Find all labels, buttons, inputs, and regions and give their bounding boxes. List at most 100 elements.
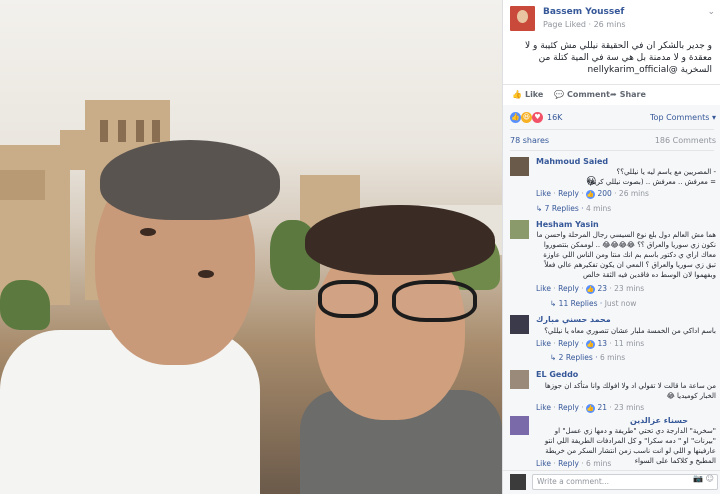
like-icon: 👍 — [586, 339, 596, 349]
comment-icon: 💬 — [554, 90, 564, 99]
haha-reaction-icon[interactable]: 😆 — [521, 112, 532, 123]
comment-like-count[interactable]: 23 — [597, 284, 607, 293]
smile-emoji: 😀 — [586, 176, 597, 187]
reactions-row: 👍 😆 ♥ 16K Top Comments ▾ — [510, 112, 718, 124]
view-replies-link[interactable]: ↳ 11 Replies · Just now — [550, 299, 636, 308]
man-hair — [100, 140, 280, 220]
comment-meta: Like · Reply · 👍 23 · 23 mins — [536, 284, 645, 294]
post-panel: Bassem Youssef Page Liked · 26 mins ⌄ و … — [502, 0, 720, 494]
comment-time[interactable]: 23 mins — [614, 284, 644, 293]
commenter-avatar[interactable] — [510, 416, 529, 435]
comment-item: EL Geddo من ساعة ما قالت لا تقولي اد ولا… — [510, 370, 718, 415]
comment-text: هما مش العالم دول بلع نوع السيسي رجال ال… — [536, 231, 716, 279]
commenter-name[interactable]: حسناء عزالدين — [630, 416, 688, 425]
post-actions: 👍 Like 💬 Comment ➦ Share — [510, 90, 718, 102]
comment-text: باسم اداكي من الخمسة ملبار عشان تتصوري م… — [544, 327, 716, 335]
page-liked-label[interactable]: Page Liked — [543, 20, 586, 29]
commenter-avatar[interactable] — [510, 157, 529, 176]
man-shirt — [0, 330, 260, 494]
commenter-name[interactable]: Mahmoud Saied — [536, 157, 608, 166]
comment-item: حسناء عزالدين "سخرية" الدارجة دي تحتي "ط… — [510, 416, 718, 468]
window — [152, 120, 160, 142]
comment-like-link[interactable]: Like — [536, 189, 551, 198]
share-icon: ➦ — [610, 90, 617, 99]
comment-item: Mahmoud Saied - المصريين مع ياسم ليه يا … — [510, 157, 718, 217]
divider — [510, 150, 714, 151]
comment-input-icons: 📷 ☺ — [693, 474, 714, 483]
commenter-avatar[interactable] — [510, 315, 529, 334]
like-icon: 👍 — [586, 284, 596, 294]
woman-hair — [305, 205, 495, 275]
comment-time[interactable]: 6 mins — [586, 459, 611, 468]
comment-meta: Like · Reply · 👍 200 · 26 mins — [536, 189, 649, 199]
comment-time[interactable]: 11 mins — [614, 339, 644, 348]
plant — [0, 280, 50, 330]
comment-text: - المصريين مع ياسم ليه يا نيللي؟؟ = معرف… — [587, 168, 716, 186]
like-icon: 👍 — [512, 90, 522, 99]
comment-meta: Like · Reply · 6 mins — [536, 459, 612, 468]
window — [118, 120, 126, 142]
comment-reply-link[interactable]: Reply — [558, 189, 579, 198]
comment-button[interactable]: 💬 Comment — [554, 90, 610, 99]
commenter-avatar[interactable] — [510, 220, 529, 239]
shares-row: 78 shares 186 Comments — [510, 136, 718, 146]
camera-icon[interactable]: 📷 — [693, 474, 703, 483]
window — [136, 120, 144, 142]
write-comment-row: Write a comment... 📷 ☺ — [510, 474, 718, 490]
like-icon: 👍 — [586, 403, 596, 413]
comment-like-link[interactable]: Like — [536, 459, 551, 468]
reactions-count[interactable]: 16K — [547, 113, 562, 122]
view-replies-link[interactable]: ↳ 7 Replies · 4 mins — [536, 204, 611, 213]
love-reaction-icon[interactable]: ♥ — [532, 112, 543, 123]
page-avatar[interactable] — [510, 6, 535, 31]
shares-count[interactable]: 78 shares — [510, 136, 549, 145]
comment-input[interactable]: Write a comment... — [532, 474, 718, 490]
commenter-avatar[interactable] — [510, 370, 529, 389]
comments-count[interactable]: 186 Comments — [655, 136, 716, 145]
man-eye — [140, 228, 156, 236]
commenter-name[interactable]: EL Geddo — [536, 370, 578, 379]
glasses-right-lens — [392, 280, 477, 322]
comment-meta: Like · Reply · 👍 13 · 11 mins — [536, 339, 645, 349]
commenter-name[interactable]: Hesham Yasin — [536, 220, 599, 229]
comment-time[interactable]: 23 mins — [614, 403, 644, 412]
building-balcony — [0, 170, 45, 200]
comment-item: محمد حسني مبارك باسم اداكي من الخمسة ملب… — [510, 315, 718, 367]
post-header: Bassem Youssef Page Liked · 26 mins ⌄ — [510, 6, 718, 34]
divider — [510, 129, 714, 130]
chevron-down-icon[interactable]: ⌄ — [707, 7, 715, 17]
comment-reply-link[interactable]: Reply — [558, 459, 579, 468]
comment-like-link[interactable]: Like — [536, 284, 551, 293]
like-button[interactable]: 👍 Like — [512, 90, 543, 99]
glasses-left-lens — [318, 280, 378, 318]
comment-like-link[interactable]: Like — [536, 339, 551, 348]
like-icon: 👍 — [586, 189, 596, 199]
building — [60, 130, 90, 170]
commenter-name[interactable]: محمد حسني مبارك — [536, 315, 611, 324]
man-eye — [198, 270, 214, 278]
comment-like-count[interactable]: 200 — [597, 189, 611, 198]
current-user-avatar — [510, 474, 526, 490]
comment-like-count[interactable]: 13 — [597, 339, 607, 348]
page-name[interactable]: Bassem Youssef — [543, 7, 624, 17]
post-text: و جدير بالشكر ان في الحقيقة نيللي مش كئي… — [525, 41, 712, 75]
like-reaction-icon[interactable]: 👍 — [510, 112, 521, 123]
post-meta: Page Liked · 26 mins — [543, 20, 626, 29]
view-replies-link[interactable]: ↳ 2 Replies · 6 mins — [550, 353, 625, 362]
share-button[interactable]: ➦ Share — [610, 90, 646, 99]
post-photo[interactable] — [0, 0, 502, 494]
smile-icon[interactable]: ☺ — [706, 474, 714, 483]
comment-meta: Like · Reply · 👍 21 · 23 mins — [536, 403, 645, 413]
comment-time[interactable]: 26 mins — [619, 189, 649, 198]
top-comments-dropdown[interactable]: Top Comments ▾ — [650, 113, 716, 122]
comment-reply-link[interactable]: Reply — [558, 284, 579, 293]
divider — [503, 84, 720, 85]
comment-like-count[interactable]: 21 — [597, 403, 607, 412]
comment-reply-link[interactable]: Reply — [558, 339, 579, 348]
window — [100, 120, 108, 142]
comment-like-link[interactable]: Like — [536, 403, 551, 412]
comment-text: من ساعة ما قالت لا تقولي اد ولا افولك وا… — [544, 382, 716, 400]
comment-item: Hesham Yasin هما مش العالم دول بلع نوع ا… — [510, 220, 718, 312]
post-time[interactable]: 26 mins — [594, 20, 626, 29]
comment-reply-link[interactable]: Reply — [558, 403, 579, 412]
